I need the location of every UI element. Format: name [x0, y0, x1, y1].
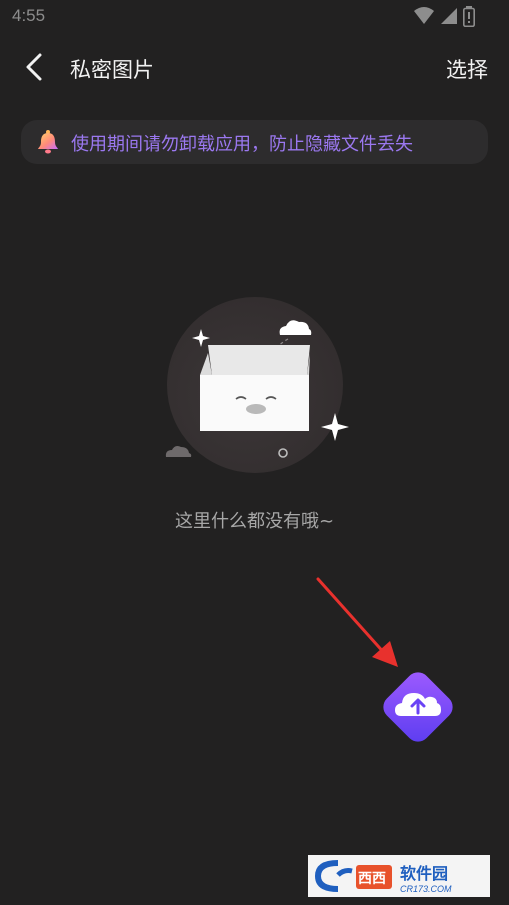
cloud-upload-icon — [383, 672, 453, 742]
svg-text:软件园: 软件园 — [400, 864, 448, 883]
notice-text: 使用期间请勿卸载应用，防止隐藏文件丢失 — [71, 134, 413, 155]
empty-message: 这里什么都没有哦~ — [174, 511, 335, 532]
chevron-left-icon — [26, 53, 42, 81]
app-bar: 私密图片 选择 — [0, 40, 509, 96]
back-button[interactable] — [18, 50, 52, 84]
empty-box-illustration — [165, 297, 349, 473]
status-time: 4:55 — [12, 6, 46, 25]
watermark-logo: 软件园 CR173.COM 西西 — [308, 855, 490, 897]
wifi-icon — [414, 7, 434, 24]
status-bar: 4:55 — [0, 0, 509, 34]
bell-icon — [38, 130, 58, 154]
battery-icon — [463, 6, 475, 27]
notice-banner: 使用期间请勿卸载应用，防止隐藏文件丢失 — [21, 120, 488, 164]
upload-button[interactable] — [375, 664, 461, 750]
watermark-domain: CR173.COM — [400, 884, 452, 894]
select-button[interactable]: 选择 — [446, 54, 488, 84]
signal-icon — [441, 8, 457, 24]
page-title: 私密图片 — [70, 58, 154, 82]
svg-text:西西: 西西 — [358, 870, 386, 886]
pointer-arrow — [316, 577, 398, 667]
status-icons — [413, 6, 483, 28]
